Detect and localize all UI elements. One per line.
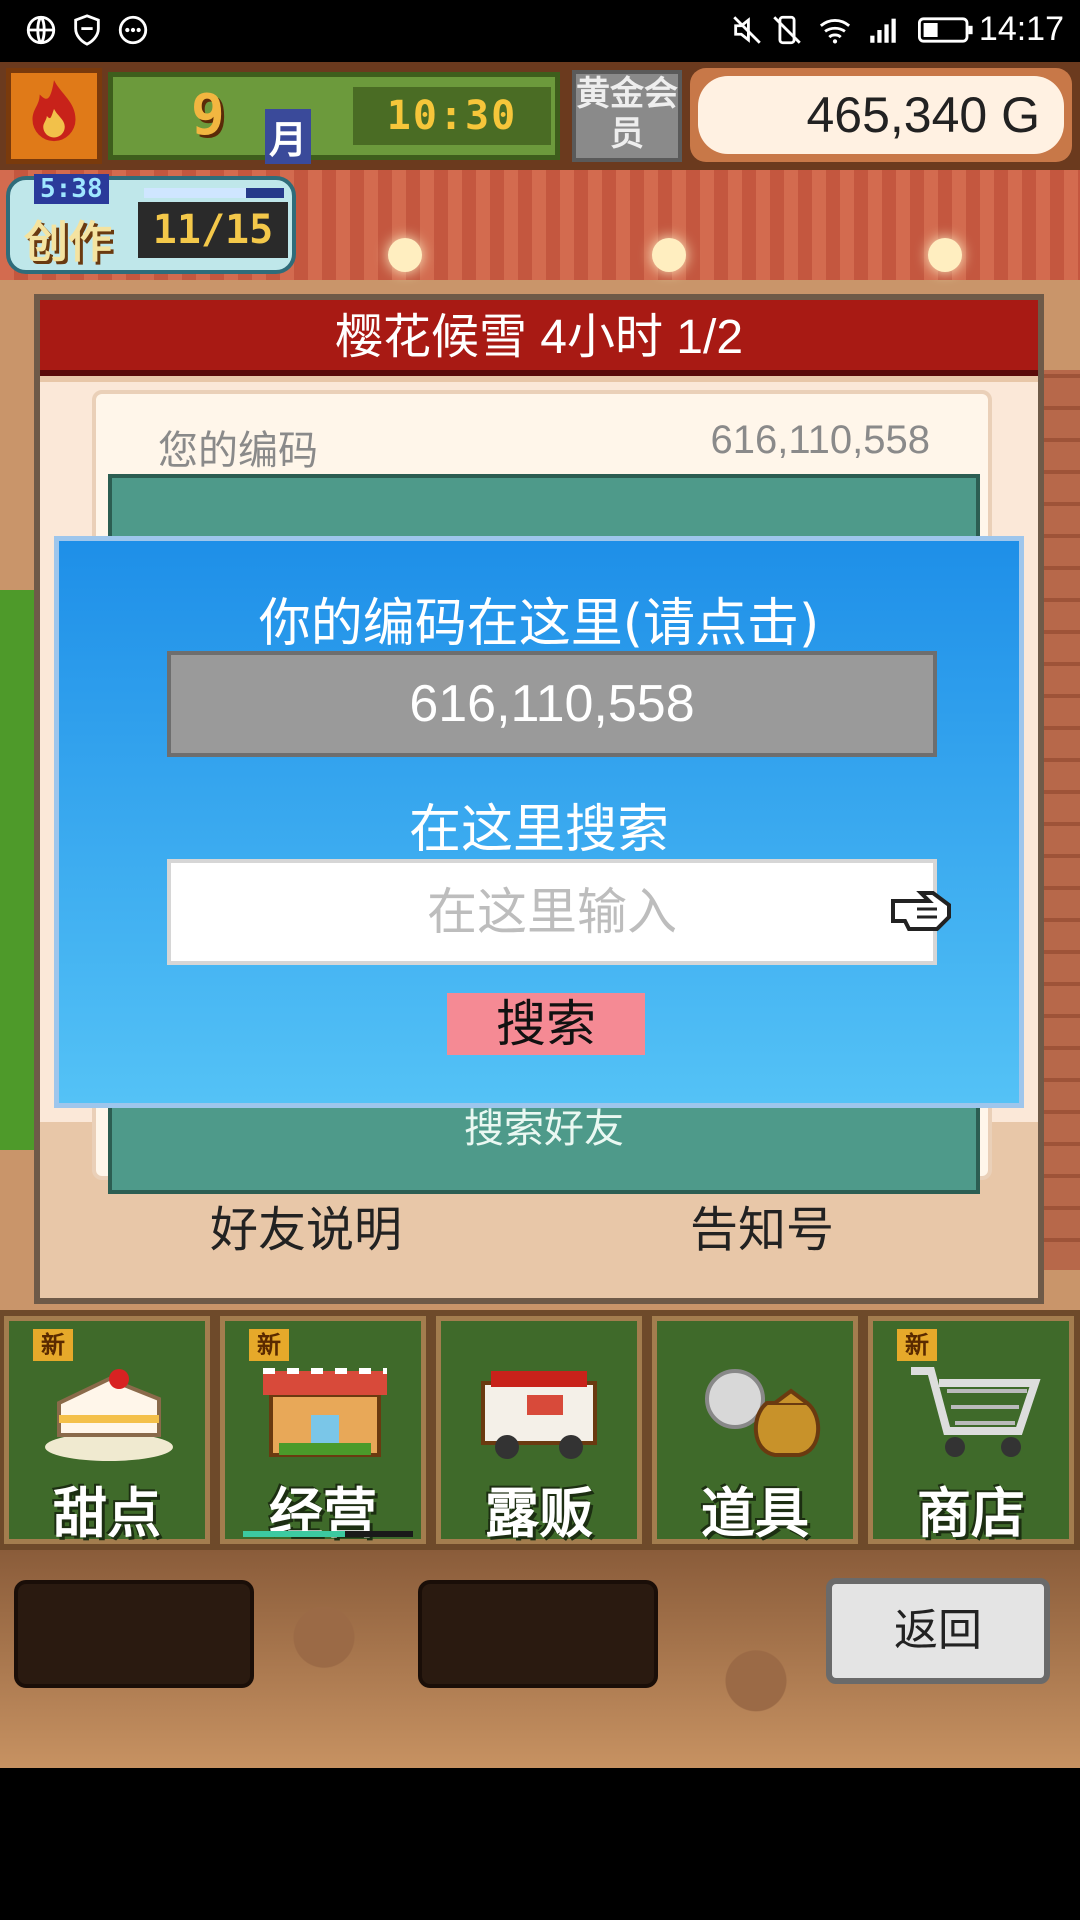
bottom-tray: 返回 <box>0 1550 1080 1768</box>
mute-icon <box>733 16 761 44</box>
hand-pointer-icon <box>891 891 951 931</box>
create-timer: 5:38 <box>34 174 109 204</box>
month-label: 月 <box>265 109 312 164</box>
vibrate-off-icon <box>773 15 801 45</box>
month-number: 9 <box>191 83 225 148</box>
menu-progress-fill <box>243 1531 345 1537</box>
popup-search-label: 在这里搜索 <box>408 800 669 860</box>
menu-items-button[interactable]: 道具 <box>652 1316 858 1545</box>
more-icon <box>118 15 148 45</box>
menu-stall-button[interactable]: 露贩 <box>436 1316 642 1545</box>
shop-icon <box>263 1368 387 1457</box>
code-label: 您的编码 <box>158 428 318 474</box>
search-input[interactable] <box>167 859 937 965</box>
shopping-cart-icon <box>911 1367 1041 1457</box>
items-bag-icon <box>705 1369 821 1457</box>
menu-label: 露贩 <box>485 1482 593 1545</box>
panel-title: 樱花候雪 4小时 1/2 <box>40 300 1038 376</box>
money-value: 465,340 G <box>698 76 1064 154</box>
flame-menu-button[interactable] <box>6 68 102 164</box>
popup-title: 你的编码在这里(请点击) <box>258 594 820 654</box>
code-value: 616,110,558 <box>710 418 930 462</box>
create-progress-fill <box>144 188 247 198</box>
food-truck-icon <box>481 1371 597 1459</box>
menu-manage-button[interactable]: 新 经营 <box>220 1316 426 1545</box>
battery-icon <box>918 17 973 43</box>
popup-code-field[interactable]: 616,110,558 <box>167 651 937 757</box>
money-display: 465,340 G <box>690 68 1072 162</box>
status-time: 14:17 <box>978 10 1064 48</box>
create-badge[interactable]: 5:38 创作 11/15 <box>6 174 296 274</box>
menu-label: 商店 <box>917 1482 1025 1545</box>
menu-progress-bar <box>243 1531 413 1537</box>
game-clock: 10:30 <box>353 87 551 145</box>
menu-label: 甜点 <box>53 1482 161 1545</box>
signal-icon <box>870 18 896 43</box>
menu-store-button[interactable]: 新 商店 <box>868 1316 1074 1545</box>
game-hud: 9 月 10:30 黄金会员 465,340 G <box>0 62 1080 170</box>
cake-icon <box>45 1369 173 1461</box>
status-bar: 14:17 <box>0 0 1080 62</box>
globe-icon <box>26 15 56 45</box>
gold-member-badge[interactable]: 黄金会员 <box>572 70 682 162</box>
menu-dessert-button[interactable]: 新 甜点 <box>4 1316 210 1545</box>
lamp-icon <box>388 238 422 272</box>
notice-number-link[interactable]: 告知号 <box>690 1190 834 1260</box>
wifi-icon <box>819 19 851 44</box>
create-count: 11/15 <box>138 202 288 258</box>
create-progress-bar <box>144 188 284 198</box>
empty-slot <box>418 1580 658 1688</box>
lamp-icon <box>928 238 962 272</box>
flame-icon <box>32 80 76 142</box>
create-label: 创作 <box>24 217 112 268</box>
menu-label: 道具 <box>701 1482 809 1545</box>
empty-slot <box>14 1580 254 1688</box>
search-popup: 你的编码在这里(请点击) 616,110,558 在这里搜索 搜索 <box>54 536 1024 1108</box>
shield-icon <box>74 14 100 46</box>
lamp-icon <box>652 238 686 272</box>
brick-wall <box>1040 370 1080 1270</box>
bottom-menu: 新 甜点 新 经营 露贩 道具 新 商店 <box>0 1310 1080 1550</box>
search-button[interactable]: 搜索 <box>447 993 645 1055</box>
date-bar: 9 月 10:30 <box>108 72 560 164</box>
back-button[interactable]: 返回 <box>826 1578 1050 1684</box>
friend-info-link[interactable]: 好友说明 <box>210 1190 402 1260</box>
